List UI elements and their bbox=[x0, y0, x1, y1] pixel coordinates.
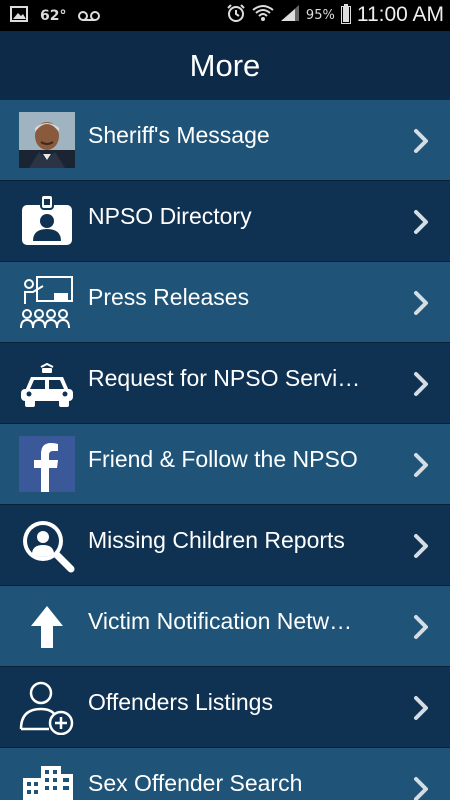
menu-item-sheriffs-message[interactable]: Sheriff's Message bbox=[0, 100, 450, 181]
menu-item-victim-notification-network[interactable]: Victim Notification Netw… bbox=[0, 586, 450, 667]
chevron-right-icon bbox=[414, 534, 428, 558]
chevron-right-icon bbox=[414, 210, 428, 234]
battery-level-fill bbox=[342, 6, 349, 22]
more-menu-list: Sheriff's Message NPSO Directory Press R… bbox=[0, 100, 450, 800]
menu-item-label: Offenders Listings bbox=[88, 689, 273, 715]
search-person-icon bbox=[19, 517, 75, 573]
menu-item-label: Request for NPSO Servi… bbox=[88, 365, 361, 391]
wifi-icon bbox=[252, 4, 274, 26]
chevron-right-icon bbox=[414, 129, 428, 153]
buildings-icon bbox=[19, 760, 75, 800]
menu-item-request-npso-services[interactable]: Request for NPSO Servi… bbox=[0, 343, 450, 424]
chevron-right-icon bbox=[414, 696, 428, 720]
arrow-up-icon bbox=[19, 598, 75, 654]
menu-item-label: Press Releases bbox=[88, 284, 250, 310]
menu-item-offenders-listings[interactable]: Offenders Listings bbox=[0, 667, 450, 748]
clock-time: 11:00 AM bbox=[356, 3, 444, 26]
status-bar-right: 95% 11:00 AM bbox=[226, 3, 444, 27]
alarm-icon bbox=[226, 3, 246, 27]
menu-item-press-releases[interactable]: Press Releases bbox=[0, 262, 450, 343]
sheriff-photo bbox=[19, 112, 75, 168]
menu-item-label: Sex Offender Search bbox=[88, 770, 303, 796]
battery-icon bbox=[340, 4, 351, 24]
presentation-icon bbox=[19, 274, 75, 330]
gallery-icon bbox=[10, 6, 28, 26]
voicemail-icon bbox=[78, 7, 101, 26]
status-bar: 62° 95% 11:00 AM bbox=[0, 0, 450, 31]
chevron-right-icon bbox=[414, 615, 428, 639]
facebook-icon bbox=[19, 436, 75, 492]
battery-percent-text: 95% bbox=[305, 7, 335, 23]
menu-item-label: Friend & Follow the NPSO bbox=[88, 446, 358, 472]
menu-item-friend-follow-npso[interactable]: Friend & Follow the NPSO bbox=[0, 424, 450, 505]
status-bar-left: 62° bbox=[10, 5, 101, 27]
signal-icon bbox=[280, 4, 300, 26]
temperature-text: 62° bbox=[40, 8, 67, 24]
menu-item-label: Sheriff's Message bbox=[88, 122, 270, 148]
police-car-icon bbox=[19, 355, 75, 411]
menu-item-npso-directory[interactable]: NPSO Directory bbox=[0, 181, 450, 262]
menu-item-label: Missing Children Reports bbox=[88, 527, 345, 553]
page-title: More bbox=[189, 47, 261, 83]
app-header: More bbox=[0, 31, 450, 100]
id-badge-icon bbox=[19, 193, 75, 249]
chevron-right-icon bbox=[414, 453, 428, 477]
chevron-right-icon bbox=[414, 372, 428, 396]
chevron-right-icon bbox=[414, 777, 428, 800]
menu-item-missing-children-reports[interactable]: Missing Children Reports bbox=[0, 505, 450, 586]
menu-item-label: NPSO Directory bbox=[88, 203, 252, 229]
chevron-right-icon bbox=[414, 291, 428, 315]
add-person-icon bbox=[19, 679, 75, 735]
menu-item-label: Victim Notification Netw… bbox=[88, 608, 353, 634]
menu-item-sex-offender-search[interactable]: Sex Offender Search bbox=[0, 748, 450, 800]
